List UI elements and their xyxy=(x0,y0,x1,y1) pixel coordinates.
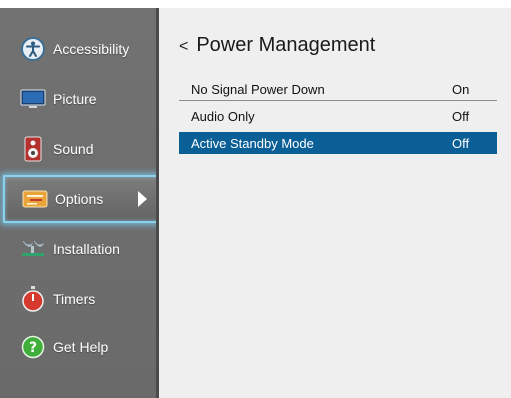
setting-value: Off xyxy=(452,135,470,151)
sidebar-item-picture[interactable]: Picture xyxy=(0,74,156,124)
sidebar-item-installation[interactable]: Installation xyxy=(0,224,156,274)
setting-name: Active Standby Mode xyxy=(191,135,314,151)
speaker-icon xyxy=(20,136,46,162)
sidebar-item-accessibility[interactable]: Accessibility xyxy=(0,24,156,74)
setting-row-active-standby-mode[interactable]: Active Standby Mode Off xyxy=(179,132,497,154)
back-button[interactable]: < xyxy=(179,38,188,56)
sidebar: Accessibility Picture Sound Options Inst… xyxy=(0,8,161,398)
monitor-icon xyxy=(20,86,46,112)
setting-row-no-signal-power-down[interactable]: No Signal Power Down On xyxy=(179,78,497,101)
sidebar-item-timers[interactable]: Timers xyxy=(0,274,156,324)
timer-icon xyxy=(20,286,46,312)
sidebar-item-label: Picture xyxy=(53,91,97,107)
sidebar-item-label: Get Help xyxy=(53,339,109,355)
setting-value: Off xyxy=(452,108,470,124)
page-title-text: Power Management xyxy=(196,34,376,56)
accessibility-icon xyxy=(20,36,46,62)
sidebar-item-label: Sound xyxy=(53,141,94,157)
sidebar-item-label: Accessibility xyxy=(53,41,130,57)
sidebar-item-sound[interactable]: Sound xyxy=(0,124,156,174)
sidebar-item-label: Options xyxy=(55,191,104,207)
help-icon: ? xyxy=(20,334,46,360)
options-icon xyxy=(22,186,48,212)
setting-value: On xyxy=(452,81,470,97)
setting-name: Audio Only xyxy=(191,108,255,124)
sidebar-item-get-help[interactable]: ? Get Help xyxy=(0,322,156,372)
satellite-dish-icon xyxy=(20,236,46,262)
setting-row-audio-only[interactable]: Audio Only Off xyxy=(179,105,497,127)
power-management-panel: < Power Management No Signal Power Down … xyxy=(159,8,511,398)
sidebar-item-options[interactable]: Options xyxy=(3,175,161,223)
page-title: < Power Management xyxy=(179,34,375,57)
chevron-right-icon xyxy=(138,191,147,207)
sidebar-item-label: Timers xyxy=(53,291,96,307)
svg-text:?: ? xyxy=(29,340,37,356)
sidebar-item-label: Installation xyxy=(53,241,120,257)
setting-name: No Signal Power Down xyxy=(191,81,325,97)
